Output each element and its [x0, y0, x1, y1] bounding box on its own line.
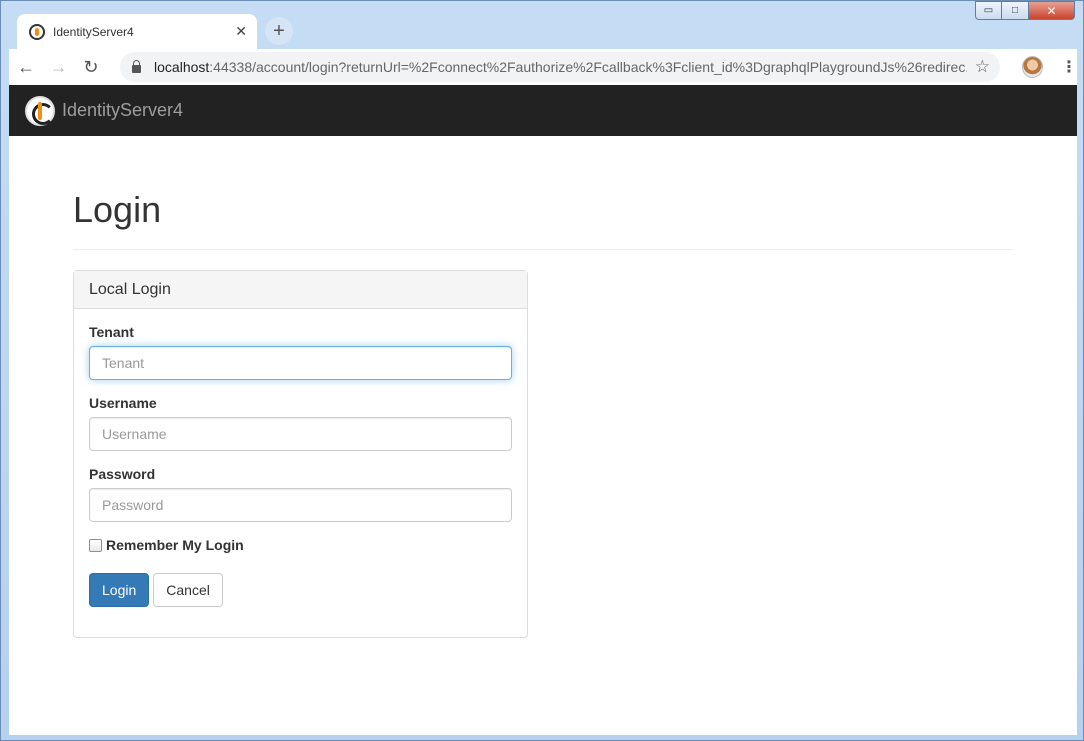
tab-title: IdentityServer4	[53, 24, 134, 39]
identityserver-logo-icon	[29, 23, 45, 40]
page-viewport: IdentityServer4 Login Local Login Tenant…	[9, 85, 1077, 735]
new-tab-button[interactable]: +	[265, 17, 293, 45]
reload-icon: ↻	[83, 56, 99, 77]
remember-checkbox[interactable]	[89, 538, 102, 552]
star-icon[interactable]: ☆	[975, 57, 990, 77]
browser-menu-icon[interactable]: ⋮	[1061, 57, 1077, 77]
address-bar[interactable]: localhost:44338/account/login?returnUrl=…	[120, 52, 1001, 82]
local-login-panel: Local Login Tenant Username Password	[73, 270, 528, 638]
login-form: Tenant Username Password Remember My Log…	[74, 309, 527, 637]
login-button[interactable]: Login	[89, 573, 150, 607]
reload-button[interactable]: ↻	[76, 51, 106, 83]
tenant-group: Tenant	[89, 324, 512, 380]
window-controls: ▭ □ ✕	[975, 1, 1075, 20]
profile-avatar[interactable]	[1022, 56, 1043, 78]
main-content: Login Local Login Tenant Username Passwo…	[9, 188, 1077, 638]
maximize-icon: □	[1011, 5, 1019, 16]
remember-row: Remember My Login	[89, 537, 512, 553]
back-arrow-icon: ←	[17, 56, 36, 77]
forward-arrow-icon: →	[49, 56, 68, 77]
tenant-input[interactable]	[89, 346, 512, 380]
url-path: :44338/account/login?returnUrl=%2Fconnec…	[209, 59, 967, 75]
navbar-brand[interactable]: IdentityServer4	[62, 100, 183, 121]
close-icon: ✕	[1046, 3, 1057, 18]
form-actions: Login Cancel	[89, 573, 512, 607]
password-input[interactable]	[89, 488, 512, 522]
forward-button[interactable]: →	[43, 51, 73, 83]
plus-icon: +	[273, 19, 285, 42]
password-label: Password	[89, 466, 156, 482]
url-host: localhost	[154, 59, 210, 75]
page-header: Login	[73, 188, 1013, 250]
minimize-icon: ▭	[983, 5, 994, 16]
cancel-button[interactable]: Cancel	[153, 573, 223, 607]
tenant-label: Tenant	[89, 324, 134, 340]
browser-window: ▭ □ ✕ IdentityServer4 ✕ + ← → ↻ localhos…	[0, 0, 1084, 741]
maximize-button[interactable]: □	[1002, 1, 1029, 20]
panel-heading: Local Login	[74, 271, 527, 309]
identityserver-logo-icon[interactable]	[25, 95, 55, 126]
tab-close-icon[interactable]: ✕	[235, 23, 247, 40]
url-text[interactable]: localhost:44338/account/login?returnUrl=…	[154, 59, 967, 75]
browser-toolbar: ← → ↻ localhost:44338/account/login?retu…	[9, 49, 1077, 85]
password-group: Password	[89, 466, 512, 522]
username-label: Username	[89, 395, 157, 411]
username-input[interactable]	[89, 417, 512, 451]
close-window-button[interactable]: ✕	[1029, 1, 1075, 20]
minimize-button[interactable]: ▭	[975, 1, 1002, 20]
page-title: Login	[73, 189, 162, 230]
username-group: Username	[89, 395, 512, 451]
browser-tab[interactable]: IdentityServer4 ✕	[17, 14, 257, 49]
remember-label[interactable]: Remember My Login	[106, 537, 244, 553]
back-button[interactable]: ←	[11, 51, 41, 83]
lock-icon[interactable]	[132, 60, 142, 73]
site-navbar: IdentityServer4	[9, 85, 1077, 136]
